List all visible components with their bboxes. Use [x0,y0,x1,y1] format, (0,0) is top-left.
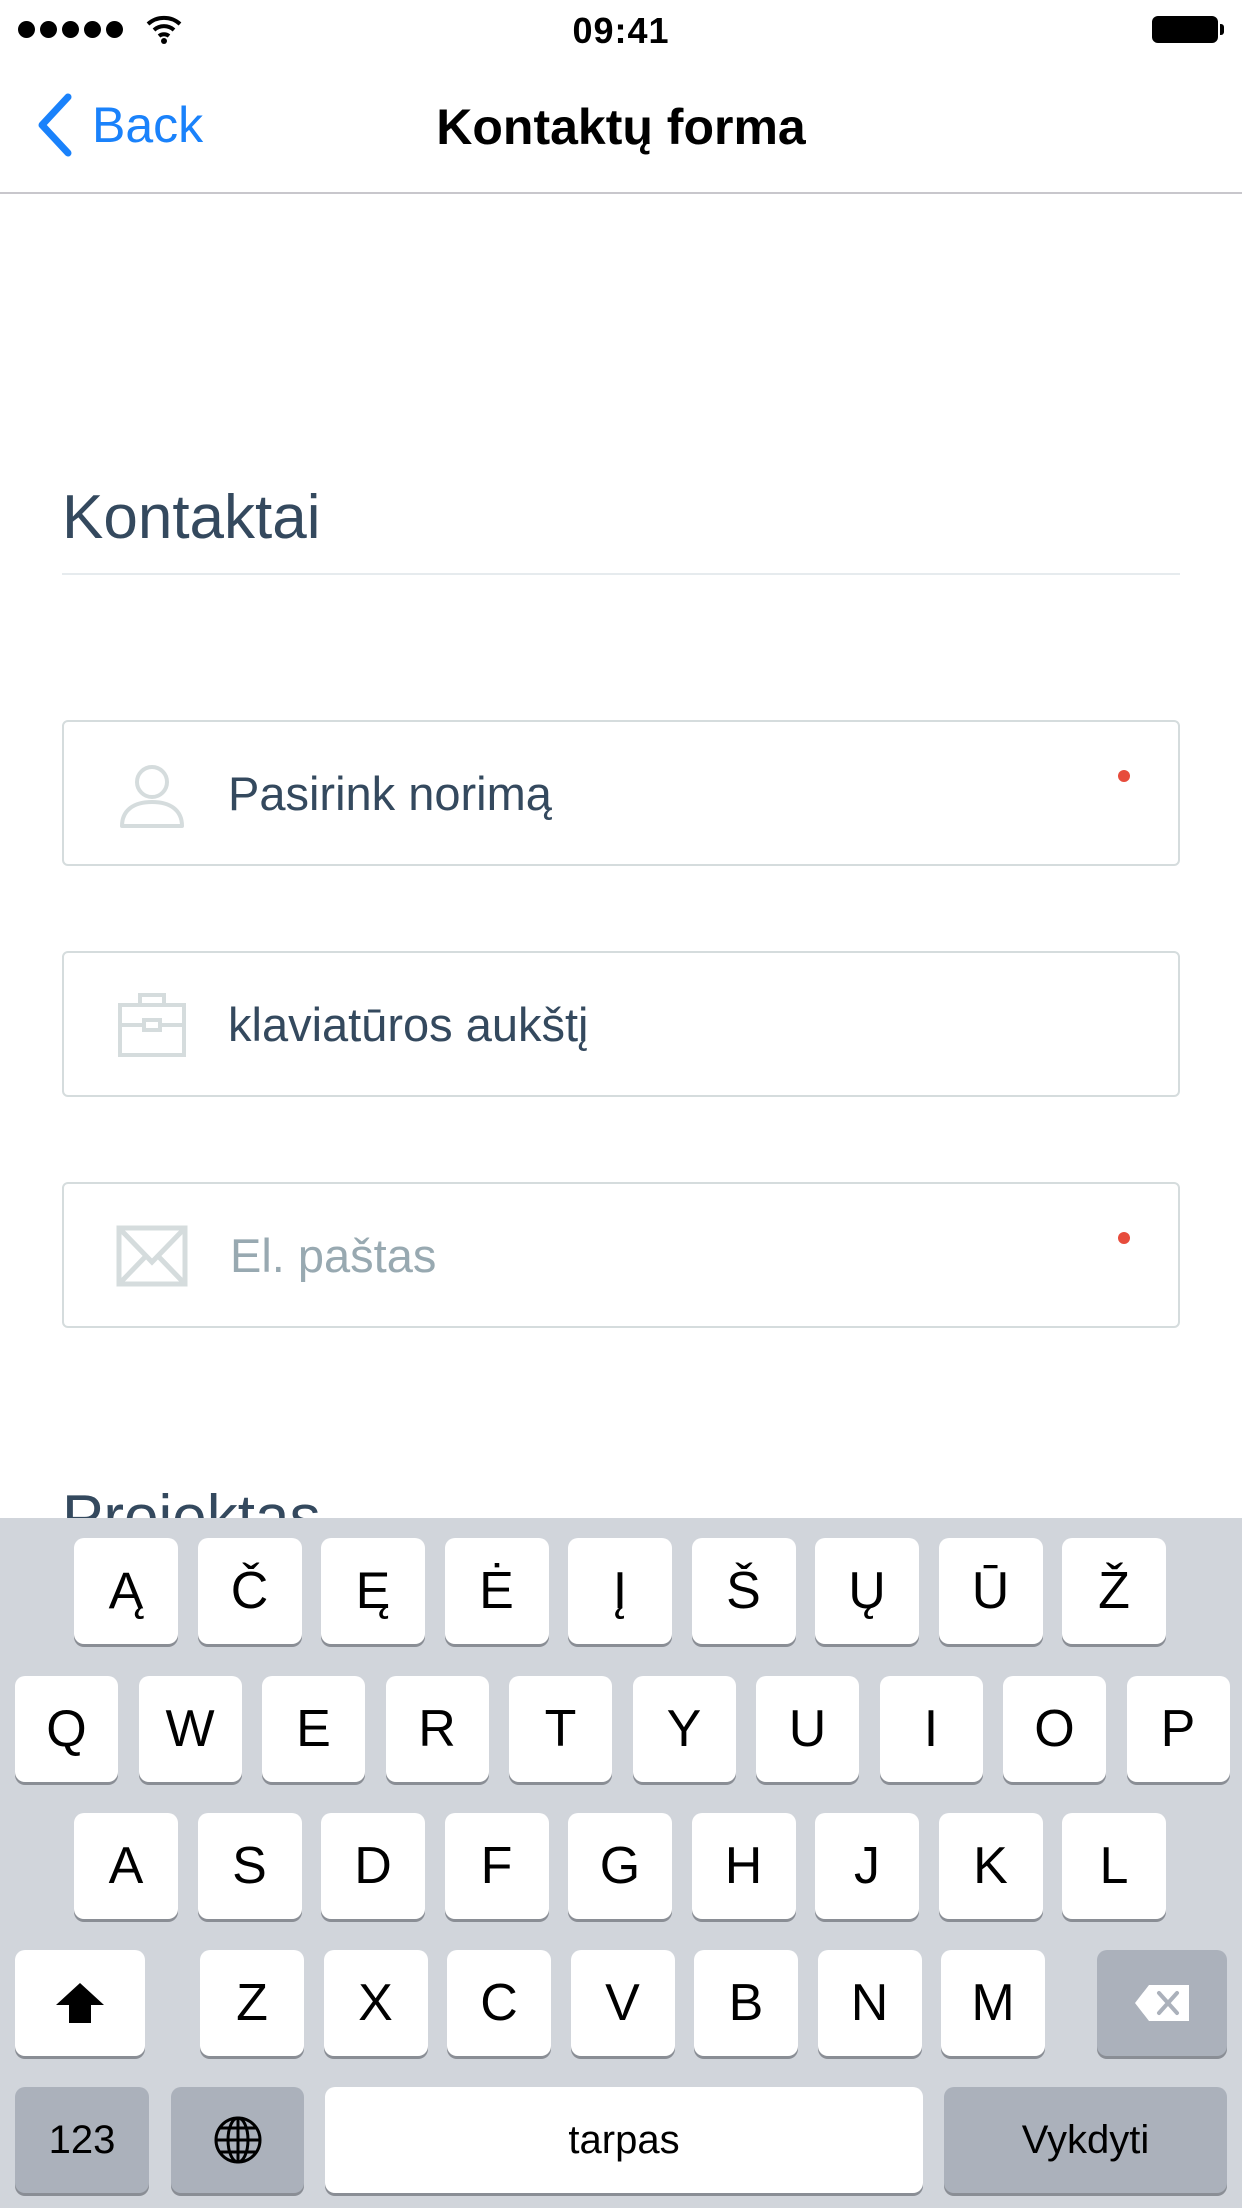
key-u[interactable]: U [756,1676,859,1782]
key-r[interactable]: R [385,1676,489,1782]
key-y[interactable]: Y [632,1676,736,1782]
key-m[interactable]: M [941,1950,1045,2056]
key-ę[interactable]: Ę [321,1538,425,1644]
key-f[interactable]: F [444,1813,549,1919]
key-b[interactable]: B [694,1950,798,2056]
name-field-value: Pasirink norimą [228,767,552,820]
key-š[interactable]: Š [691,1538,796,1644]
nav-title: Kontaktų forma [436,99,806,155]
shift-icon [56,1983,104,2023]
email-field[interactable]: El. paštas [62,1182,1180,1328]
company-field[interactable]: klaviatūros aukštį [62,951,1180,1097]
delete-key[interactable] [1097,1950,1227,2056]
key-t[interactable]: T [509,1676,612,1782]
status-time: 09:41 [572,10,670,51]
key-l[interactable]: L [1062,1813,1166,1919]
key-z[interactable]: Z [200,1950,304,2056]
email-field-placeholder: El. paštas [230,1229,437,1282]
keyboard: ĄČĘĖĮŠŲŪŽ QWERTYUIOP ASDFGHJKL ZXCVBNM 1… [0,1518,1242,2208]
status-bar: 09:41 [0,0,1242,60]
key-k[interactable]: K [938,1813,1043,1919]
space-key[interactable]: tarpas [325,2087,923,2193]
required-indicator [1118,1232,1130,1244]
navigation-bar: Back Kontaktų forma [0,60,1242,194]
section-heading-project: Projektas [62,1483,321,1518]
key-n[interactable]: N [817,1950,922,2056]
key-q[interactable]: Q [15,1676,118,1782]
key-e[interactable]: E [262,1676,365,1782]
key-ų[interactable]: Ų [815,1538,919,1644]
key-ū[interactable]: Ū [938,1538,1043,1644]
required-indicator [1118,770,1130,782]
key-d[interactable]: D [321,1813,425,1919]
key-h[interactable]: H [691,1813,796,1919]
key-į[interactable]: Į [568,1538,672,1644]
name-field[interactable]: Pasirink norimą [62,720,1180,866]
key-ž[interactable]: Ž [1062,1538,1166,1644]
section-divider [62,573,1180,575]
key-j[interactable]: J [815,1813,919,1919]
key-v[interactable]: V [570,1950,675,2056]
globe-key[interactable] [171,2087,304,2193]
numbers-key[interactable]: 123 [15,2087,149,2193]
key-s[interactable]: S [197,1813,302,1919]
key-a[interactable]: A [74,1813,178,1919]
key-p[interactable]: P [1126,1676,1230,1782]
battery-icon [1152,16,1224,43]
envelope-icon [116,1225,188,1287]
return-key[interactable]: Vykdyti [944,2087,1227,2193]
key-x[interactable]: X [323,1950,428,2056]
key-ė[interactable]: Ė [444,1538,549,1644]
form-scroll-area[interactable]: Susisiekite Kontaktai Pasirink norimą kl… [0,192,1242,1518]
key-c[interactable]: C [447,1950,551,2056]
person-icon [120,765,184,828]
key-i[interactable]: I [879,1676,983,1782]
key-č[interactable]: Č [197,1538,302,1644]
section-heading-contacts: Kontaktai [62,483,321,552]
key-g[interactable]: G [568,1813,672,1919]
globe-icon [214,2116,261,2164]
key-o[interactable]: O [1003,1676,1106,1782]
shift-key[interactable] [15,1950,145,2056]
company-field-value: klaviatūros aukštį [228,998,589,1051]
briefcase-icon [118,993,186,1057]
backspace-icon [1135,1985,1189,2021]
key-w[interactable]: W [138,1676,242,1782]
key-ą[interactable]: Ą [74,1538,178,1644]
